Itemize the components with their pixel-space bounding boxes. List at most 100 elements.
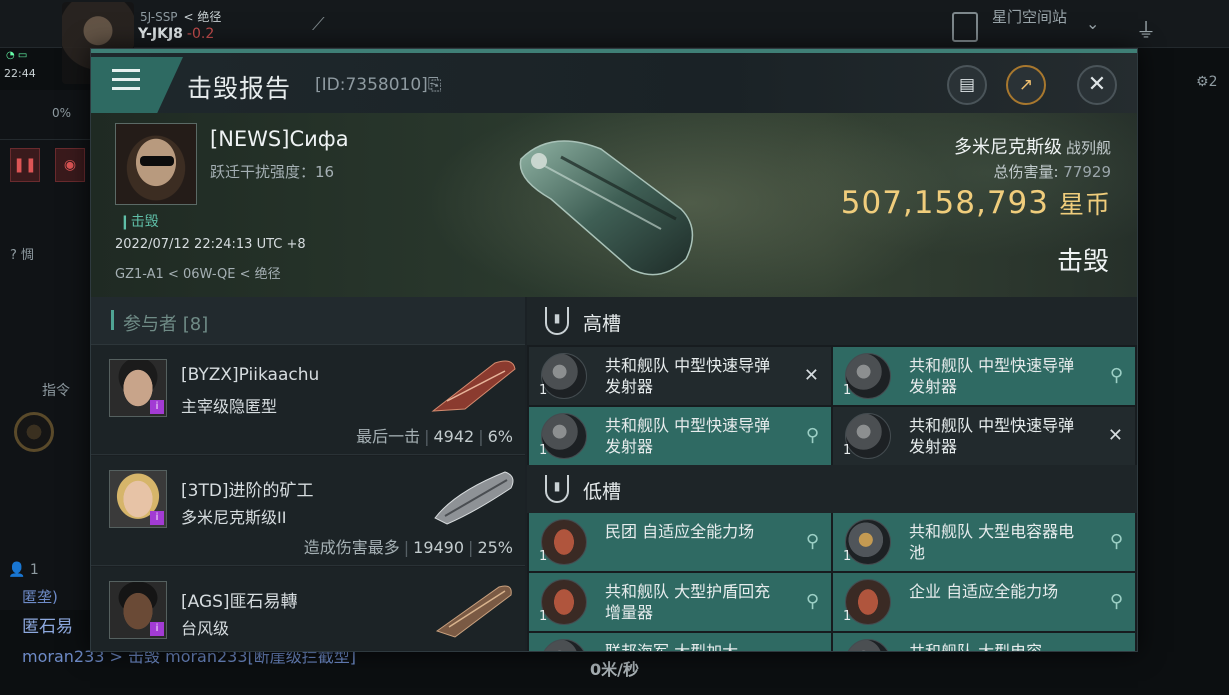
- clipboard-icon: ▤: [958, 75, 976, 95]
- menu-button[interactable]: [91, 57, 183, 113]
- item-name: 企业 自适应全能力场: [909, 582, 1059, 601]
- fitting-item[interactable]: 1 共和舰队 大型电容器电池 ⚲: [833, 513, 1135, 571]
- participant-row[interactable]: i [BYZX]Piikaachu 主宰级隐匿型 最后一击 | 4942 | 6%: [91, 345, 525, 455]
- fitting-item[interactable]: 1 企业 自适应全能力场 ⚲: [833, 573, 1135, 631]
- item-name: 共和舰队 中型快速导弹发射器: [909, 416, 1075, 456]
- victim-ship-image[interactable]: [511, 119, 711, 289]
- shield-module-icon: [845, 579, 891, 625]
- total-damage: 总伤害量: 77929: [993, 163, 1111, 181]
- route-icon[interactable]: ⟋: [312, 14, 325, 35]
- hud-char-label: ? 惆: [10, 248, 35, 263]
- filter-icon[interactable]: ⏚: [1136, 14, 1156, 43]
- fitting-item[interactable]: 共和舰队 大型电容: [833, 633, 1135, 652]
- command-button[interactable]: [14, 412, 54, 452]
- hud-clock: 22:44: [4, 67, 36, 80]
- low-slot-header: ▮ 低槽: [527, 465, 1137, 513]
- command-label: 指令: [42, 383, 70, 399]
- fitting-item[interactable]: 1 共和舰队 中型快速导弹发射器 ⚲: [529, 407, 831, 465]
- dropped-icon: ⚲: [805, 591, 819, 612]
- fitting-item[interactable]: 1 共和舰队 中型快速导弹发射器 ✕: [833, 407, 1135, 465]
- chat-line: 匿垄): [22, 588, 58, 606]
- capacitor-battery-icon: [845, 519, 891, 565]
- module-icon: [541, 639, 587, 651]
- participants-header: 参与者 [8]: [91, 297, 525, 345]
- shield-module-icon: [541, 519, 587, 565]
- participant-ship-image: [431, 360, 516, 412]
- dock-label[interactable]: 星门空间站: [992, 8, 1072, 26]
- victim-summary: [NEWS]Сифа 跃迁干扰强度：16 ❙击毁 2022/07/12 22:2…: [91, 113, 1137, 297]
- participant-name: [3TD]进阶的矿工: [181, 481, 314, 501]
- dropped-icon: ⚲: [1109, 591, 1123, 612]
- participant-row[interactable]: i [AGS]匪石易轉 台风级: [91, 567, 525, 651]
- participant-name: [BYZX]Piikaachu: [181, 365, 320, 385]
- dropped-icon: ⚲: [1109, 365, 1123, 386]
- close-button[interactable]: ✕: [1077, 65, 1117, 105]
- victim-avatar[interactable]: [115, 123, 197, 205]
- participant-avatar[interactable]: i: [109, 359, 167, 417]
- shield-module-icon: [541, 579, 587, 625]
- pause-button[interactable]: ❚❚: [10, 148, 40, 182]
- high-slot-icon: ▮: [545, 307, 569, 335]
- victim-name[interactable]: [NEWS]Сифа: [210, 127, 349, 151]
- participant-ship: 主宰级隐匿型: [181, 397, 278, 416]
- fitting-item[interactable]: 1 共和舰队 中型快速导弹发射器 ✕: [529, 347, 831, 405]
- chat-line: 匿石易: [22, 617, 73, 637]
- missile-launcher-icon: [845, 353, 891, 399]
- item-name: 共和舰队 中型快速导弹发射器: [909, 356, 1075, 396]
- missile-launcher-icon: [541, 353, 587, 399]
- item-name: 共和舰队 大型电容器电池: [909, 522, 1075, 562]
- participant-name: [AGS]匪石易轉: [181, 592, 298, 612]
- low-slot-label: 低槽: [583, 481, 622, 503]
- copy-icon[interactable]: ⎘: [428, 75, 442, 95]
- station-icon[interactable]: [952, 12, 978, 42]
- fitting-item[interactable]: 1 民团 自适应全能力场 ⚲: [529, 513, 831, 571]
- kill-time: 2022/07/12 22:24:13 UTC +8: [115, 237, 306, 252]
- participant-row[interactable]: i [3TD]进阶的矿工 多米尼克斯级II 造成伤害最多 | 19490 | 25%: [91, 456, 525, 566]
- victim-ship-class[interactable]: 多米尼克斯级 战列舰: [954, 133, 1111, 159]
- fitting-item[interactable]: 1 共和舰队 大型护盾回充增量器 ⚲: [529, 573, 831, 631]
- item-name: 民团 自适应全能力场: [605, 522, 755, 541]
- fitting-panel: ▮ 高槽 1 共和舰队 中型快速导弹发射器 ✕ 1 共和舰队 中型快速导弹发射器…: [527, 297, 1137, 652]
- missile-launcher-icon: [541, 413, 587, 459]
- participant-stats: 最后一击 | 4942 | 6%: [356, 427, 513, 446]
- dropped-icon: ⚲: [805, 531, 819, 552]
- participant-avatar[interactable]: i: [109, 470, 167, 528]
- hud-system-top: 5J-SSP < 绝径: [140, 10, 222, 24]
- dropped-icon: ⚲: [805, 425, 819, 446]
- isk-value: 507,158,793 星币: [840, 185, 1111, 221]
- participants-panel: 参与者 [8] i [BYZX]Piikaachu 主宰级隐匿型 最后一击 | 49…: [91, 297, 525, 651]
- overview-icon[interactable]: ⚙2: [1196, 74, 1217, 90]
- stop-button[interactable]: ◉: [55, 148, 85, 182]
- clipboard-button[interactable]: ▤: [947, 65, 987, 105]
- dialog-header: 击毁报告 [ID:7358010]⎘ ▤ ↗ ✕: [91, 53, 1137, 113]
- item-name: 联邦海军 大型加大: [605, 642, 739, 652]
- participant-ship-image: [434, 471, 514, 525]
- warp-strength: 跃迁干扰强度：16: [210, 163, 335, 181]
- participant-ship: 多米尼克斯级II: [181, 508, 287, 527]
- module-icon: [845, 639, 891, 651]
- speed-readout: 0米/秒: [590, 660, 639, 679]
- high-slot-header: ▮ 高槽: [527, 297, 1137, 345]
- hud-system-main[interactable]: Y-JKJ8 -0.2: [138, 26, 214, 42]
- item-name: 共和舰队 大型护盾回充增量器: [605, 582, 771, 622]
- fitting-item[interactable]: 1 共和舰队 中型快速导弹发射器 ⚲: [833, 347, 1135, 405]
- close-icon: ✕: [1087, 72, 1107, 97]
- fitting-item[interactable]: 联邦海军 大型加大: [529, 633, 831, 652]
- info-badge: i: [150, 511, 164, 525]
- share-button[interactable]: ↗: [1006, 65, 1046, 105]
- low-slot-icon: ▮: [545, 475, 569, 503]
- participant-stats: 造成伤害最多 | 19490 | 25%: [303, 538, 513, 557]
- fleet-count: 👤 1: [8, 562, 39, 578]
- participant-avatar[interactable]: i: [109, 581, 167, 639]
- participants-title: 参与者 [8]: [123, 314, 209, 335]
- dialog-title: 击毁报告: [187, 74, 292, 103]
- kill-status: 击毁: [1056, 247, 1109, 277]
- item-name: 共和舰队 大型电容: [909, 642, 1043, 652]
- report-id[interactable]: [ID:7358010]⎘: [315, 75, 441, 95]
- chevron-down-icon[interactable]: ⌄: [1086, 14, 1099, 33]
- kill-location[interactable]: GZ1-A1 < 06W-QE < 绝径: [115, 263, 281, 282]
- hud-percent: 0%: [52, 106, 72, 120]
- info-badge: i: [150, 622, 164, 636]
- item-name: 共和舰队 中型快速导弹发射器: [605, 356, 771, 396]
- share-icon: ↗: [1018, 75, 1034, 95]
